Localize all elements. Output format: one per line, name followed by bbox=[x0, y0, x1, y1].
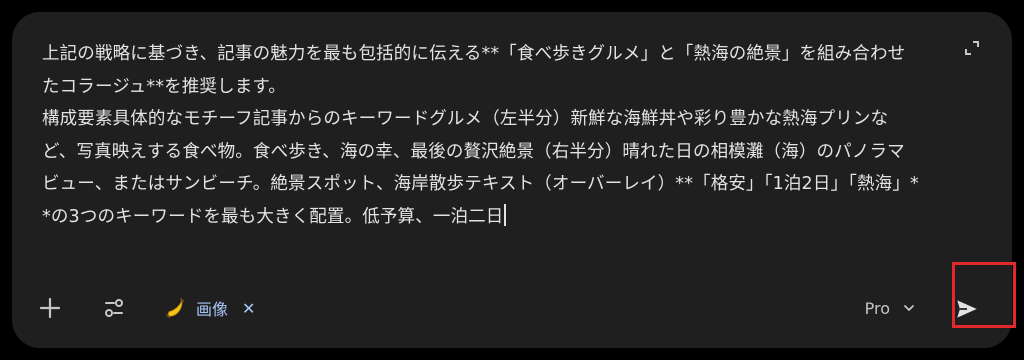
prompt-text: 上記の戦略に基づき、記事の魅力を最も包括的に伝える**「食べ歩きグルメ」と「熱海… bbox=[42, 44, 919, 227]
close-icon[interactable]: ✕ bbox=[242, 299, 255, 318]
prompt-input[interactable]: 上記の戦略に基づき、記事の魅力を最も包括的に伝える**「食べ歩きグルメ」と「熱海… bbox=[42, 38, 922, 233]
send-button-highlight bbox=[952, 262, 1016, 328]
image-tool-chip: 画像 ✕ bbox=[162, 292, 255, 324]
plus-icon bbox=[39, 297, 61, 319]
banana-icon bbox=[162, 295, 188, 321]
add-button[interactable] bbox=[30, 288, 70, 328]
model-selector[interactable]: Pro bbox=[865, 292, 916, 324]
input-toolbar: 画像 ✕ Pro bbox=[12, 288, 1012, 328]
model-label: Pro bbox=[864, 298, 890, 318]
tools-button[interactable] bbox=[94, 288, 134, 328]
prompt-box: 上記の戦略に基づき、記事の魅力を最も包括的に伝える**「食べ歩きグルメ」と「熱海… bbox=[12, 12, 1012, 348]
chevron-down-icon bbox=[904, 305, 914, 311]
text-caret bbox=[504, 203, 506, 226]
expand-icon bbox=[965, 41, 979, 55]
expand-button[interactable] bbox=[962, 38, 982, 58]
tune-icon bbox=[105, 299, 123, 317]
image-chip-label[interactable]: 画像 bbox=[196, 296, 228, 320]
